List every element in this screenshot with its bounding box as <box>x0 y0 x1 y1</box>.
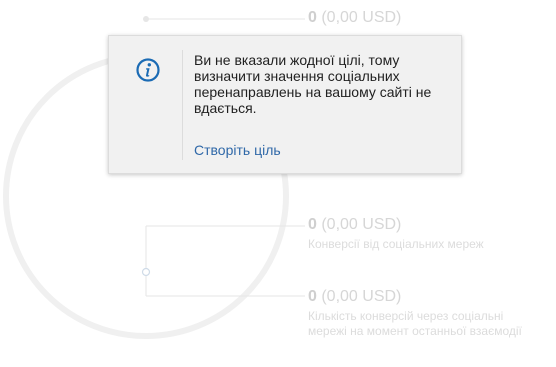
create-goal-link[interactable]: Створіть ціль <box>194 142 281 158</box>
metric-label: Конверсії від соціальних мереж <box>308 237 484 251</box>
metric-total: 0 (0,00 USD) <box>308 9 401 27</box>
metric-value: 0 (0,00 USD) <box>308 288 538 306</box>
no-goals-popup: Ви не вказали жодної цілі, тому визначит… <box>108 35 462 174</box>
popup-divider <box>182 50 183 160</box>
popup-message: Ви не вказали жодної цілі, тому визначит… <box>194 52 432 116</box>
social-value-widget: 0 (0,00 USD) 0 (0,00 USD) Конверсії від … <box>0 0 556 367</box>
metric-value: 0 (0,00 USD) <box>308 9 401 27</box>
metric-value: 0 (0,00 USD) <box>308 216 484 234</box>
metric-count: 0 <box>308 288 317 305</box>
info-icon <box>136 58 160 82</box>
metric-social-conversions: 0 (0,00 USD) Конверсії від соціальних ме… <box>308 216 484 252</box>
metric-amount: (0,00 USD) <box>316 216 402 233</box>
metric-amount: (0,00 USD) <box>316 9 402 26</box>
metric-amount: (0,00 USD) <box>316 288 402 305</box>
metric-last-interaction-conversions: 0 (0,00 USD) Кількість конверсій через с… <box>308 288 538 339</box>
ring-marker-dot <box>141 267 151 277</box>
metric-count: 0 <box>308 9 317 26</box>
metric-count: 0 <box>308 216 317 233</box>
metric-label: Кількість конверсій через соціальні мере… <box>308 309 522 338</box>
